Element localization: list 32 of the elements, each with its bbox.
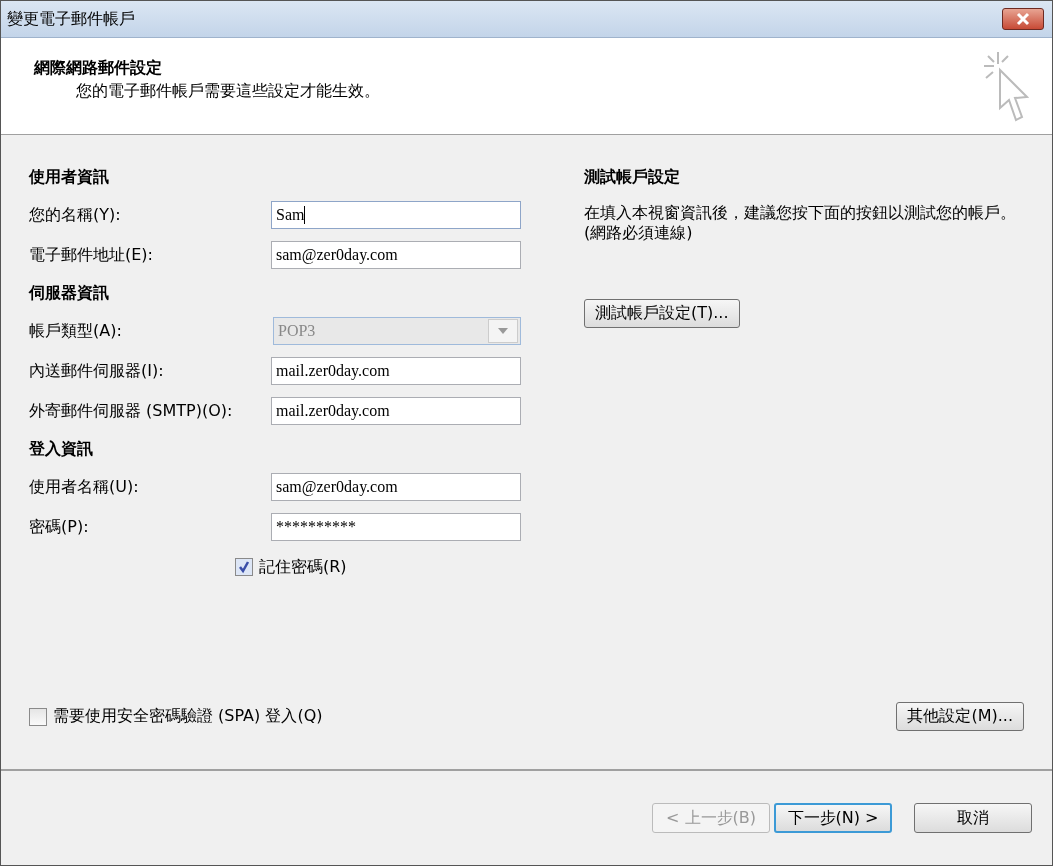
test-settings-button[interactable]: 測試帳戶設定(T)... [584,299,740,328]
dropdown-arrow-icon [498,328,508,334]
header-subtitle: 您的電子郵件帳戶需要這些設定才能生效。 [75,81,380,102]
test-description: 在填入本視窗資訊後，建議您按下面的按鈕以測試您的帳戶。(網路必須連線) [584,203,1017,243]
more-settings-button[interactable]: 其他設定(M)... [896,702,1024,731]
checkbox[interactable] [235,558,253,576]
text-field[interactable]: ********** [271,513,521,541]
field-label: 電子郵件地址(E): [29,244,153,266]
header-title: 網際網路郵件設定 [34,58,163,79]
close-button[interactable] [1002,8,1044,30]
footer-button[interactable]: 取消 [914,803,1032,833]
window-title: 變更電子郵件帳戶 [7,8,135,30]
text-field[interactable]: mail.zer0day.com [271,397,521,425]
section-heading: 測試帳戶設定 [584,165,681,188]
text-field[interactable]: sam@zer0day.com [271,473,521,501]
close-icon [1014,12,1032,26]
footer-button[interactable]: 下一步(N) > [774,803,892,833]
checkbox-label: 需要使用安全密碼驗證 (SPA) 登入(Q) [53,706,323,727]
text-field[interactable]: Sam [271,201,521,229]
section-heading: 伺服器資訊 [29,281,110,304]
field-label: 帳戶類型(A): [29,320,122,342]
field-label: 外寄郵件伺服器 (SMTP)(O): [29,400,233,422]
field-label: 內送郵件伺服器(I): [29,360,164,382]
section-heading: 登入資訊 [29,437,94,460]
checkbox[interactable] [29,707,47,726]
field-label: 密碼(P): [29,516,89,538]
field-label: 您的名稱(Y): [29,204,121,226]
section-heading: 使用者資訊 [29,165,110,188]
checkbox-label: 記住密碼(R) [259,556,347,578]
field-label: 使用者名稱(U): [29,476,139,498]
text-field[interactable]: mail.zer0day.com [271,357,521,385]
text-field[interactable]: sam@zer0day.com [271,241,521,269]
